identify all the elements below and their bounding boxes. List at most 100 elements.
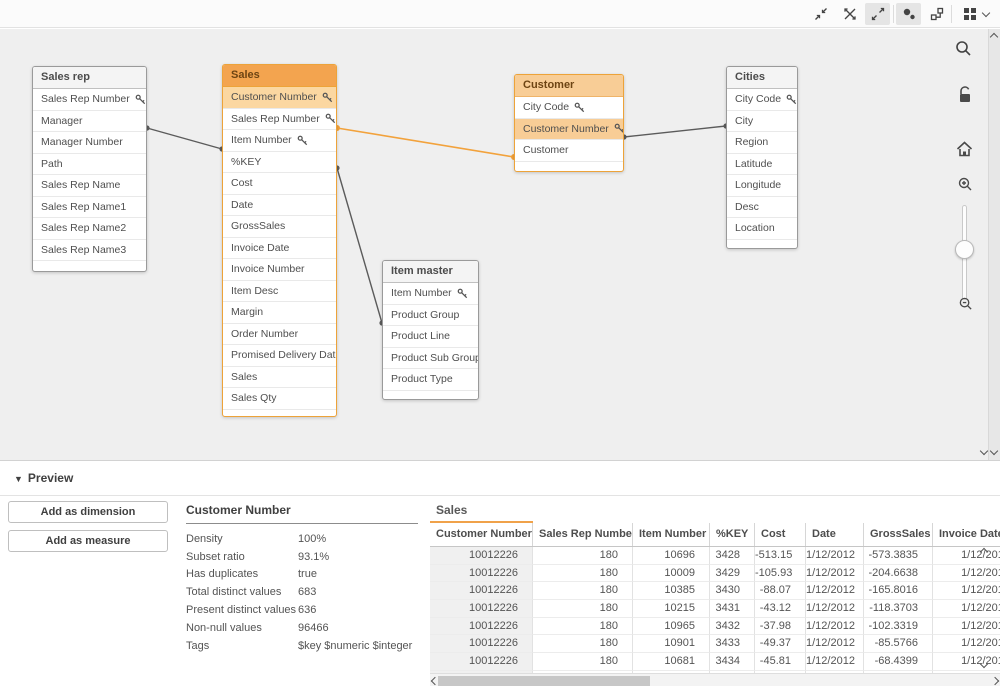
key-icon <box>322 92 333 103</box>
table-header[interactable]: Customer <box>515 75 623 97</box>
table-sales[interactable]: Sales Customer NumberSales Rep NumberIte… <box>222 64 337 417</box>
stat-value: true <box>298 568 317 580</box>
field-product-group[interactable]: Product Group <box>383 305 478 327</box>
field-manager[interactable]: Manager <box>33 111 146 133</box>
stat-value: 683 <box>298 586 316 598</box>
field-location[interactable]: Location <box>727 218 797 240</box>
grid-view-icon <box>962 6 978 22</box>
table-cell: 10965 <box>633 618 710 636</box>
field-customer[interactable]: Customer <box>515 140 623 162</box>
table-cell: 10681 <box>633 653 710 671</box>
add-as-dimension-button[interactable]: Add as dimension <box>8 501 168 523</box>
table-cell: 3433 <box>710 635 755 653</box>
table-connectors <box>0 29 1000 460</box>
auto-layout-icon[interactable] <box>924 3 949 25</box>
expand-all-icon[interactable] <box>865 3 890 25</box>
field-sales-rep-number[interactable]: Sales Rep Number <box>223 109 336 131</box>
field-item-number[interactable]: Item Number <box>383 283 478 305</box>
field-product-line[interactable]: Product Line <box>383 326 478 348</box>
key-icon <box>297 135 308 146</box>
field-label: City <box>735 115 753 127</box>
scrollbar-thumb[interactable] <box>438 676 650 686</box>
table-customer[interactable]: Customer City CodeCustomer NumberCustome… <box>514 74 624 172</box>
internal-table-view-icon[interactable] <box>896 3 921 25</box>
field-sales[interactable]: Sales <box>223 367 336 389</box>
stat-label: Tags <box>186 640 298 652</box>
table-cell: 1/12/2012 <box>933 565 1000 583</box>
table-cell: 1/12/2012 <box>933 582 1000 600</box>
table-sales-rep[interactable]: Sales rep Sales Rep NumberManagerManager… <box>32 66 147 272</box>
table-cell: -165.8016 <box>864 582 933 600</box>
field-label: City Code <box>523 101 569 113</box>
zoom-in-icon[interactable] <box>957 176 973 197</box>
field-sales-rep-name[interactable]: Sales Rep Name <box>33 175 146 197</box>
field-date[interactable]: Date <box>223 195 336 217</box>
field-sales-qty[interactable]: Sales Qty <box>223 388 336 410</box>
field-city-code[interactable]: City Code <box>515 97 623 119</box>
field-item-desc[interactable]: Item Desc <box>223 281 336 303</box>
field-label: Sales Rep Name <box>41 179 120 191</box>
search-icon[interactable] <box>954 39 972 62</box>
home-icon[interactable] <box>956 141 973 162</box>
table-row: 10012226180106813434-45.811/12/2012-68.4… <box>430 653 1000 671</box>
table-cell: -45.81 <box>755 653 806 671</box>
field-order-number[interactable]: Order Number <box>223 324 336 346</box>
field-product-type[interactable]: Product Type <box>383 369 478 391</box>
scroll-right-icon[interactable] <box>991 677 999 685</box>
table-cell: 180 <box>533 653 633 671</box>
preview-collapse-toggle[interactable]: ▼Preview <box>14 471 73 485</box>
field-customer-number[interactable]: Customer Number <box>223 87 336 109</box>
collapse-linked-icon[interactable] <box>837 3 862 25</box>
field-region[interactable]: Region <box>727 132 797 154</box>
field-key[interactable]: %KEY <box>223 152 336 174</box>
table-cell: 180 <box>533 618 633 636</box>
field-sales-rep-number[interactable]: Sales Rep Number <box>33 89 146 111</box>
field-promised-delivery-date[interactable]: Promised Delivery Date <box>223 345 336 367</box>
table-header[interactable]: Cities <box>727 67 797 89</box>
field-customer-number[interactable]: Customer Number <box>515 119 623 141</box>
scroll-down-icon[interactable] <box>980 447 988 455</box>
grid-view-menu[interactable] <box>956 3 994 25</box>
field-grosssales[interactable]: GrossSales <box>223 216 336 238</box>
zoom-slider-thumb[interactable] <box>955 240 974 259</box>
stat-label: Subset ratio <box>186 551 298 563</box>
scroll-up-icon[interactable] <box>990 33 998 41</box>
field-path[interactable]: Path <box>33 154 146 176</box>
table-header[interactable]: Item master <box>383 261 478 283</box>
table-cities[interactable]: Cities City Code City RegionLatitudeLongit… <box>726 66 798 249</box>
field-sales-rep-name2[interactable]: Sales Rep Name2 <box>33 218 146 240</box>
field-label: Customer Number <box>231 91 317 103</box>
table-cell: -102.3319 <box>864 618 933 636</box>
canvas-vertical-scrollbar[interactable] <box>988 29 1000 460</box>
table-cell: 1/12/2012 <box>806 582 864 600</box>
field-city[interactable]: City <box>727 111 797 133</box>
stat-density: Density100% <box>186 530 426 548</box>
zoom-out-icon[interactable] <box>958 296 973 316</box>
field-margin[interactable]: Margin <box>223 302 336 324</box>
table-cell: 10012226 <box>430 600 533 618</box>
field-desc[interactable]: Desc <box>727 197 797 219</box>
lock-open-icon[interactable] <box>957 86 973 109</box>
table-cell: -43.12 <box>755 600 806 618</box>
add-as-measure-button[interactable]: Add as measure <box>8 530 168 552</box>
field-longitude[interactable]: Longitude <box>727 175 797 197</box>
table-horizontal-scrollbar[interactable] <box>430 673 1000 686</box>
field-manager-number[interactable]: Manager Number <box>33 132 146 154</box>
collapse-all-icon[interactable] <box>808 3 833 25</box>
table-header[interactable]: Sales <box>223 65 336 87</box>
table-cell: 1/12/2012 <box>806 653 864 671</box>
table-item-master[interactable]: Item master Item NumberProduct GroupProd… <box>382 260 479 400</box>
field-item-number[interactable]: Item Number <box>223 130 336 152</box>
table-header[interactable]: Sales rep <box>33 67 146 89</box>
field-sales-rep-name1[interactable]: Sales Rep Name1 <box>33 197 146 219</box>
field-sales-rep-name3[interactable]: Sales Rep Name3 <box>33 240 146 262</box>
stat-tags: Tags$key $numeric $integer <box>186 637 426 655</box>
field-city-code[interactable]: City Code <box>727 89 797 111</box>
field-cost[interactable]: Cost <box>223 173 336 195</box>
field-latitude[interactable]: Latitude <box>727 154 797 176</box>
table-cell: 180 <box>533 600 633 618</box>
field-invoice-date[interactable]: Invoice Date <box>223 238 336 260</box>
scroll-down-icon[interactable] <box>990 447 998 455</box>
field-product-sub-group[interactable]: Product Sub Group <box>383 348 478 370</box>
field-invoice-number[interactable]: Invoice Number <box>223 259 336 281</box>
